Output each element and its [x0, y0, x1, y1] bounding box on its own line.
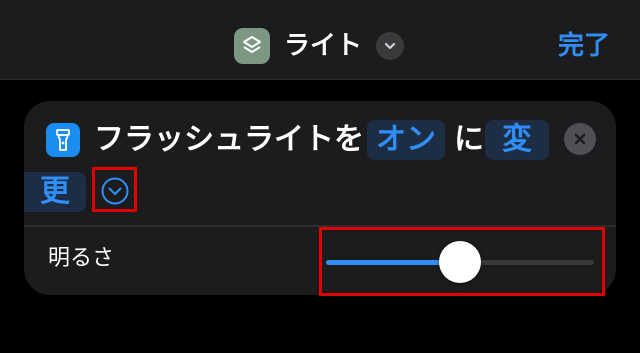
shortcut-title: ライト: [284, 31, 363, 61]
close-icon[interactable]: [564, 123, 596, 155]
done-button[interactable]: 完了: [558, 28, 610, 64]
chevron-down-icon[interactable]: [376, 32, 405, 60]
action-text-particle: に: [454, 122, 484, 157]
brightness-slider[interactable]: [326, 238, 594, 286]
action-text-prefix: フラッシュライトを: [94, 122, 364, 157]
slider-thumb[interactable]: [439, 241, 481, 283]
flashlight-icon: [46, 123, 80, 157]
verb-token-part1[interactable]: 変: [485, 120, 549, 160]
flashlight-action-card: フラッシュライトを オン に 変 更 明るさ: [24, 101, 616, 295]
state-token[interactable]: オン: [367, 120, 445, 160]
shortcut-title-menu[interactable]: ライト: [234, 28, 405, 64]
chevron-down-circle-icon[interactable]: [96, 174, 134, 208]
layers-icon: [234, 28, 270, 64]
brightness-label: 明るさ: [48, 246, 115, 271]
navigation-bar: ライト 完了: [0, 0, 640, 80]
verb-token-part2[interactable]: 更: [24, 172, 86, 212]
divider: [24, 225, 616, 227]
